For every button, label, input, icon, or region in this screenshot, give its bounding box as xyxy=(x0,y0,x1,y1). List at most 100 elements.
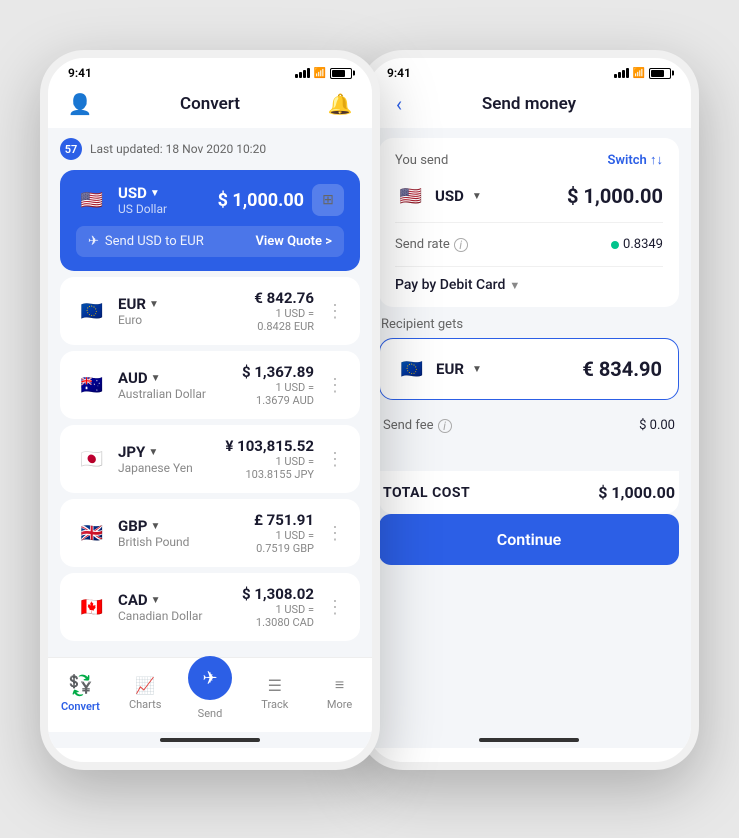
eur-more-icon[interactable]: ⋮ xyxy=(326,301,344,322)
total-cost-row: TOTAL COST $ 1,000.00 xyxy=(379,471,679,514)
home-indicator-right xyxy=(367,732,691,748)
send-flag: 🇺🇸 xyxy=(395,180,427,212)
jpy-more-icon[interactable]: ⋮ xyxy=(326,449,344,470)
recipient-amount: € 834.90 xyxy=(529,357,662,381)
send-action-left: ✈ Send USD to EUR xyxy=(88,234,204,249)
send-currency-dropdown-icon: ▼ xyxy=(472,191,482,202)
back-icon[interactable]: ‹ xyxy=(383,92,415,116)
gbp-code: GBP ▼ xyxy=(118,517,189,535)
cad-amount: $ 1,308.02 xyxy=(242,585,314,603)
track-icon: ☰ xyxy=(268,676,282,695)
eur-name-block: EUR ▼ Euro xyxy=(118,295,159,327)
left-header: 👤 Convert 🔔 xyxy=(48,84,372,128)
nav-item-send[interactable]: ✈ Send xyxy=(178,666,243,720)
recipient-currency-dropdown-icon: ▼ xyxy=(472,364,482,375)
selected-currency-card[interactable]: 🇺🇸 USD ▼ US Dollar $ 1,000.00 xyxy=(60,170,360,271)
convert-label: Convert xyxy=(61,700,100,713)
send-action-bar[interactable]: ✈ Send USD to EUR View Quote > xyxy=(76,226,344,257)
aud-amount: $ 1,367.89 xyxy=(242,363,314,381)
signal-icon-right xyxy=(614,68,629,78)
you-send-card: You send Switch ↑↓ 🇺🇸 USD ▼ $ 1,000.00 xyxy=(379,138,679,307)
aud-left: 🇦🇺 AUD ▼ Australian Dollar xyxy=(76,369,206,401)
send-amount: $ 1,000.00 xyxy=(529,184,663,208)
you-send-top-row: You send Switch ↑↓ xyxy=(395,152,663,168)
send-currency-selector[interactable]: 🇺🇸 USD ▼ xyxy=(395,180,529,212)
switch-button[interactable]: Switch ↑↓ xyxy=(607,152,663,168)
jpy-flag: 🇯🇵 xyxy=(76,443,108,475)
update-text: Last updated: 18 Nov 2020 10:20 xyxy=(90,142,266,156)
send-fee-value: $ 0.00 xyxy=(639,418,675,433)
gbp-amount-block: £ 751.91 1 USD =0.7519 GBP xyxy=(254,511,314,555)
jpy-amount-block: ¥ 103,815.52 1 USD =103.8155 JPY xyxy=(225,437,314,481)
cad-full-name: Canadian Dollar xyxy=(118,609,202,623)
view-quote-btn[interactable]: View Quote > xyxy=(255,234,332,249)
aud-amount-block: $ 1,367.89 1 USD =1.3679 AUD xyxy=(242,363,314,407)
jpy-name-block: JPY ▼ Japanese Yen xyxy=(118,443,193,475)
aud-flag: 🇦🇺 xyxy=(76,369,108,401)
recipient-flag: 🇪🇺 xyxy=(396,353,428,385)
green-dot-icon xyxy=(611,241,619,249)
gbp-flag: 🇬🇧 xyxy=(76,517,108,549)
cad-more-icon[interactable]: ⋮ xyxy=(326,597,344,618)
aud-code: AUD ▼ xyxy=(118,369,206,387)
pay-by-row[interactable]: Pay by Debit Card ▼ xyxy=(395,277,663,293)
aud-rate: 1 USD =1.3679 AUD xyxy=(242,381,314,407)
profile-icon[interactable]: 👤 xyxy=(64,92,96,116)
divider-2 xyxy=(395,266,663,267)
aud-more-icon[interactable]: ⋮ xyxy=(326,375,344,396)
send-plane-icon: ✈ xyxy=(88,234,99,249)
battery-icon-right xyxy=(649,68,671,79)
send-rate-label: Send rate i xyxy=(395,237,468,252)
jpy-amount: ¥ 103,815.52 xyxy=(225,437,314,455)
right-header: ‹ Send money xyxy=(367,84,691,128)
eur-left: 🇪🇺 EUR ▼ Euro xyxy=(76,295,159,327)
phone-left: 9:41 📶 👤 Convert 🔔 xyxy=(40,50,380,770)
charts-label: Charts xyxy=(129,698,161,711)
status-icons-right: 📶 xyxy=(614,68,671,79)
recipient-currency-selector[interactable]: 🇪🇺 EUR ▼ xyxy=(396,353,529,385)
aud-card[interactable]: 🇦🇺 AUD ▼ Australian Dollar $ 1,367.89 1 … xyxy=(60,351,360,419)
nav-item-charts[interactable]: 📈 Charts xyxy=(113,676,178,711)
eur-card[interactable]: 🇪🇺 EUR ▼ Euro € 842.76 1 USD =0.8428 EUR… xyxy=(60,277,360,345)
cad-card[interactable]: 🇨🇦 CAD ▼ Canadian Dollar $ 1,308.02 1 US… xyxy=(60,573,360,641)
aud-name-block: AUD ▼ Australian Dollar xyxy=(118,369,206,401)
gbp-more-icon[interactable]: ⋮ xyxy=(326,523,344,544)
status-bar-right: 9:41 📶 xyxy=(367,58,691,84)
send-currency-code: USD xyxy=(435,187,464,205)
nav-item-convert[interactable]: 💱 Convert xyxy=(48,673,113,713)
send-rate-value: 0.8349 xyxy=(611,237,663,252)
left-main-content[interactable]: 57 Last updated: 18 Nov 2020 10:20 🇺🇸 US… xyxy=(48,128,372,657)
status-time-right: 9:41 xyxy=(387,66,411,80)
recipient-gets-label: Recipient gets xyxy=(379,317,679,332)
send-currency-row: 🇺🇸 USD ▼ $ 1,000.00 xyxy=(395,180,663,212)
pay-by-label: Pay by Debit Card ▼ xyxy=(395,277,520,293)
eur-flag: 🇪🇺 xyxy=(76,295,108,327)
jpy-full-name: Japanese Yen xyxy=(118,461,193,475)
continue-button[interactable]: Continue xyxy=(379,514,679,565)
recipient-card[interactable]: 🇪🇺 EUR ▼ € 834.90 xyxy=(379,338,679,400)
page-title-right: Send money xyxy=(415,94,643,114)
status-time-left: 9:41 xyxy=(68,66,92,80)
send-label: Send xyxy=(198,707,223,720)
eur-full-name: Euro xyxy=(118,313,159,327)
jpy-left: 🇯🇵 JPY ▼ Japanese Yen xyxy=(76,443,193,475)
notification-icon[interactable]: 🔔 xyxy=(324,92,356,116)
jpy-card[interactable]: 🇯🇵 JPY ▼ Japanese Yen ¥ 103,815.52 1 USD… xyxy=(60,425,360,493)
phones-container: 9:41 📶 👤 Convert 🔔 xyxy=(20,20,719,818)
gbp-amount: £ 751.91 xyxy=(254,511,314,529)
gbp-full-name: British Pound xyxy=(118,535,189,549)
nav-item-more[interactable]: ≡ More xyxy=(307,675,372,711)
nav-item-track[interactable]: ☰ Track xyxy=(242,676,307,711)
eur-amount: € 842.76 xyxy=(254,289,314,307)
cad-flag: 🇨🇦 xyxy=(76,591,108,623)
usd-code: USD ▼ xyxy=(118,184,167,202)
cad-amount-block: $ 1,308.02 1 USD =1.3080 CAD xyxy=(242,585,314,629)
calc-icon[interactable]: ⊞ xyxy=(312,184,344,216)
cad-rate: 1 USD =1.3080 CAD xyxy=(242,603,314,629)
gbp-card[interactable]: 🇬🇧 GBP ▼ British Pound £ 751.91 1 USD =0… xyxy=(60,499,360,567)
right-main-content[interactable]: You send Switch ↑↓ 🇺🇸 USD ▼ $ 1,000.00 xyxy=(367,128,691,732)
you-send-label: You send xyxy=(395,153,448,168)
cad-left: 🇨🇦 CAD ▼ Canadian Dollar xyxy=(76,591,202,623)
send-button-icon[interactable]: ✈ xyxy=(188,656,232,700)
gbp-rate: 1 USD =0.7519 GBP xyxy=(254,529,314,555)
